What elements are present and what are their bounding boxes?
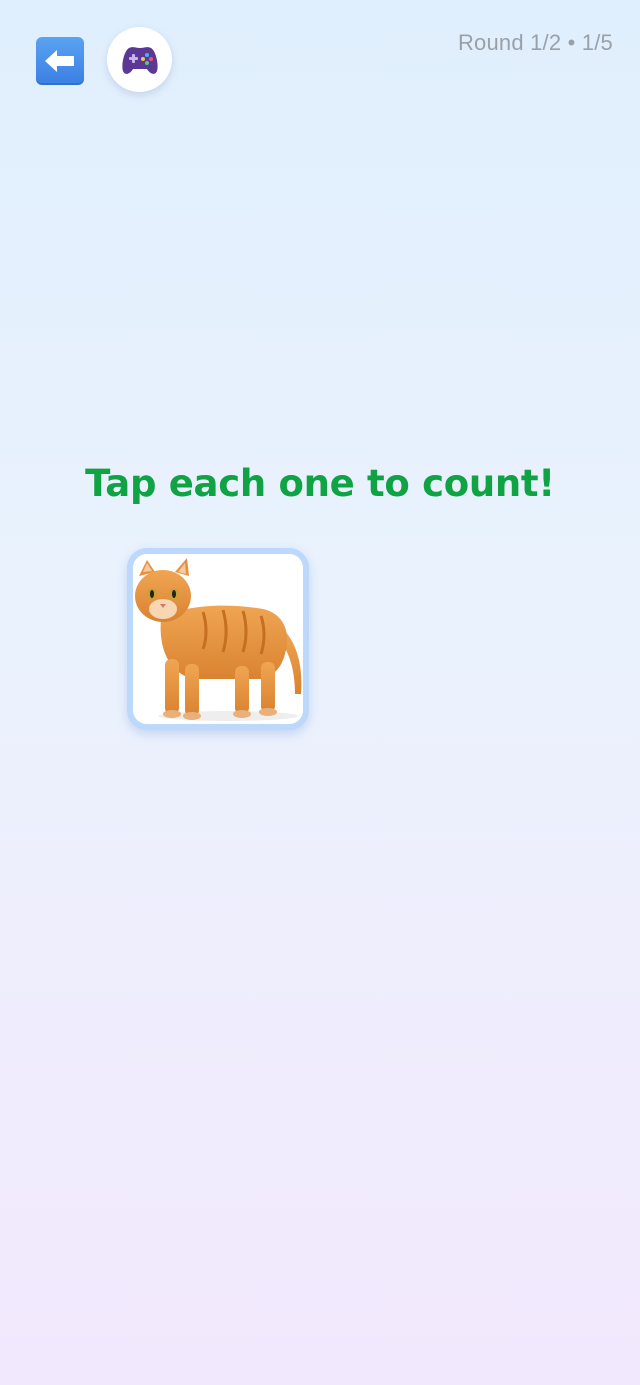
round-progress-label: Round 1/2 • 1/5 <box>457 30 613 55</box>
cat-image <box>133 554 303 724</box>
left-arrow-icon <box>45 50 74 72</box>
game-controller-icon <box>121 46 158 74</box>
game-menu-button[interactable] <box>107 27 172 92</box>
count-item-card[interactable] <box>127 548 309 730</box>
instruction-text: Tap each one to count! <box>85 462 555 505</box>
back-button[interactable] <box>36 37 84 85</box>
